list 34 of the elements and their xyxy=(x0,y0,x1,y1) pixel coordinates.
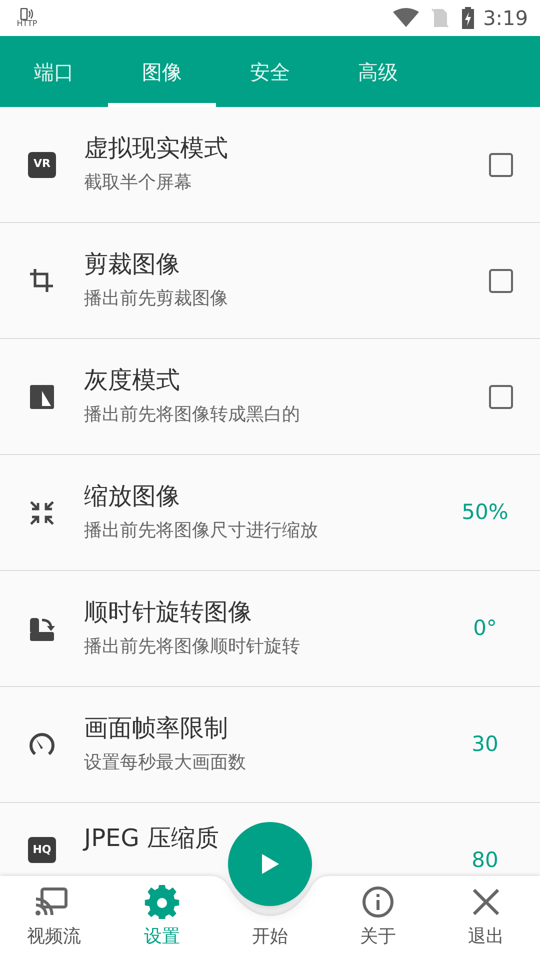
play-icon xyxy=(260,853,280,875)
notification-label: HTTP xyxy=(16,20,38,28)
setting-value: 0° xyxy=(473,614,497,642)
clock: 3:19 xyxy=(483,5,528,32)
nav-item[interactable]: 退出 xyxy=(432,876,540,960)
badge-icon: VR xyxy=(28,152,56,178)
setting-description: 播出前先剪裁图像 xyxy=(84,287,229,311)
checkbox[interactable] xyxy=(489,384,513,408)
setting-description: 截取半个屏幕 xyxy=(84,171,193,195)
setting-title: JPEG 压缩质 xyxy=(84,823,219,853)
setting-description: 播出前先将图像转成黑白的 xyxy=(84,403,301,427)
setting-title: 顺时针旋转图像 xyxy=(84,597,252,627)
no-sim-icon xyxy=(431,8,450,28)
setting-value: 50% xyxy=(462,498,508,526)
battery-charging-icon xyxy=(461,7,476,29)
wifi-icon xyxy=(393,8,420,28)
setting-value: 30 xyxy=(472,730,498,758)
nav-item[interactable]: 开始 xyxy=(216,914,324,954)
setting-description: 设置每秒最大画面数 xyxy=(84,751,247,775)
setting-title: 剪裁图像 xyxy=(84,249,180,279)
badge-icon: HQ xyxy=(28,837,56,863)
setting-title: 画面帧率限制 xyxy=(84,713,228,743)
checkbox[interactable] xyxy=(489,268,513,292)
setting-title: 缩放图像 xyxy=(84,481,180,511)
nav-item[interactable]: 视频流 xyxy=(0,876,108,960)
setting-title: 灰度模式 xyxy=(84,365,180,395)
nav-item[interactable]: 关于 xyxy=(324,876,432,960)
setting-value: 80 xyxy=(472,847,498,874)
setting-title: 虚拟现实模式 xyxy=(84,133,228,163)
setting-description: 播出前先将图像顺时针旋转 xyxy=(84,635,301,659)
setting-description: 播出前先将图像尺寸进行缩放 xyxy=(84,519,319,543)
settings-icon xyxy=(142,885,182,919)
phone-signal-icon xyxy=(20,8,34,20)
checkbox[interactable] xyxy=(489,152,513,176)
